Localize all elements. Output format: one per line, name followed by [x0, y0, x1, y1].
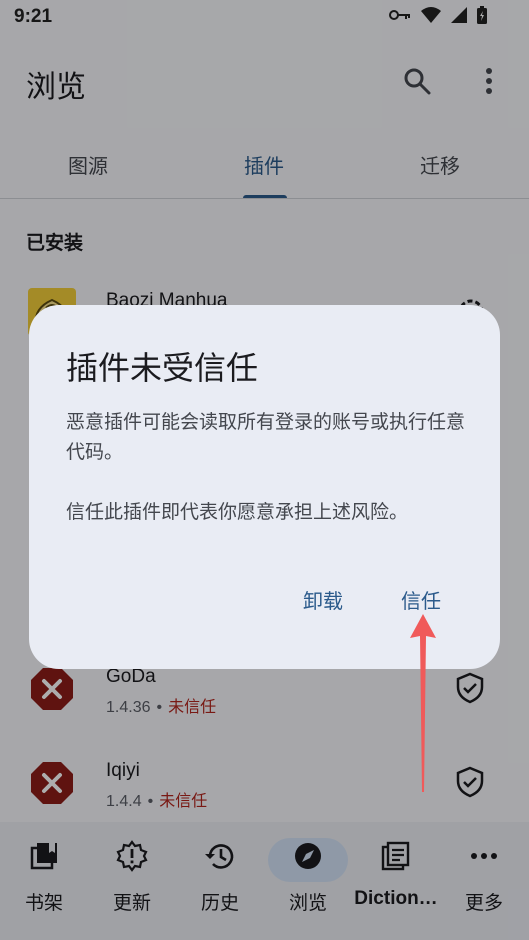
annotation-arrow-icon — [410, 614, 436, 792]
dialog-title: 插件未受信任 — [66, 349, 259, 387]
dialog-consent-text: 信任此插件即代表你愿意承担上述风险。 — [66, 501, 409, 523]
uninstall-button[interactable]: 卸载 — [303, 585, 343, 614]
dialog-warning-text: 恶意插件可能会读取所有登录的账号或执行任意代码。 — [66, 411, 466, 463]
trust-button[interactable]: 信任 — [401, 585, 441, 614]
dialog-body: 恶意插件可能会读取所有登录的账号或执行任意代码。 信任此插件即代表你愿意承担上述… — [66, 407, 471, 557]
